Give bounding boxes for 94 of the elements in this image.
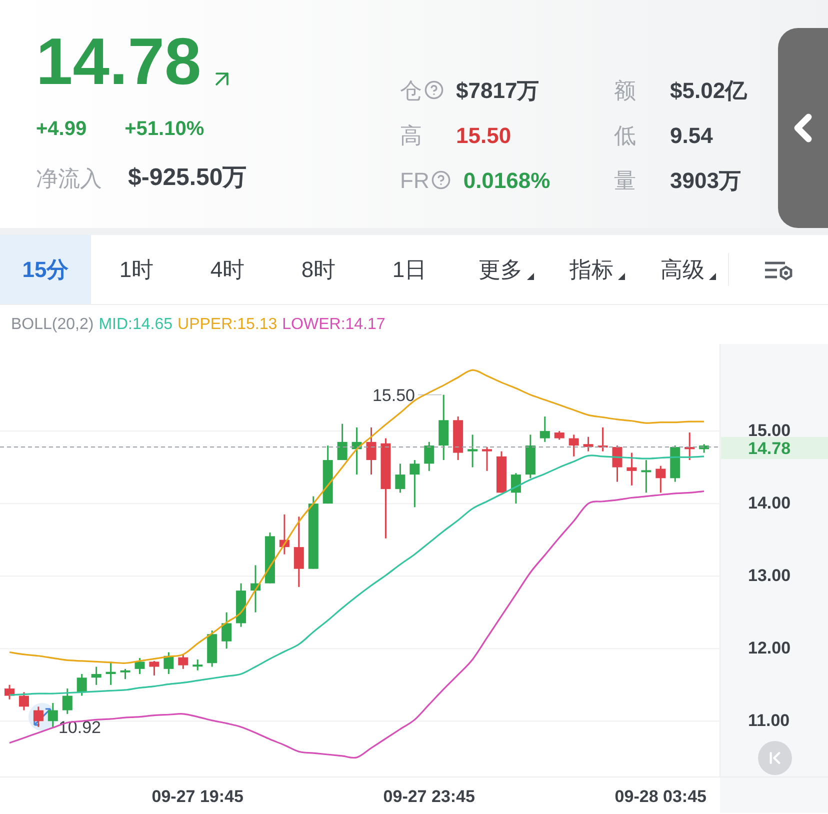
- stat-label: FR: [400, 166, 430, 194]
- candlestick: [4, 684, 14, 700]
- x-axis-label: 09-27 19:45: [152, 787, 244, 806]
- y-axis-label: 14.00: [748, 494, 791, 513]
- interval-tab[interactable]: 更多: [455, 235, 546, 304]
- candlestick: [149, 660, 160, 676]
- last-price: 14.78: [36, 26, 202, 96]
- candlestick: [134, 658, 145, 674]
- candlestick: [510, 473, 521, 504]
- candlestick: [164, 652, 174, 674]
- interval-tab[interactable]: 高级: [637, 235, 728, 304]
- candlestick: [352, 427, 362, 475]
- candlestick: [294, 516, 304, 587]
- candlestick: [192, 660, 203, 670]
- candlestick: [540, 416, 550, 442]
- candlestick: [641, 460, 652, 493]
- interval-tab[interactable]: 8时: [273, 235, 364, 304]
- net-inflow-value: $-925.50万: [128, 163, 247, 193]
- stat-label: 额: [614, 76, 636, 104]
- stat-label: 低: [614, 122, 636, 150]
- y-axis-label: 13.00: [748, 566, 791, 586]
- candlestick: [684, 432, 695, 460]
- indicator-legend-label: MID:14.65: [98, 314, 173, 334]
- net-inflow-label: 净流入: [36, 164, 102, 192]
- price-change-percent: +51.10%: [124, 117, 204, 142]
- candlestick: [468, 434, 478, 468]
- candlestick: [207, 630, 218, 667]
- price-change: +4.99: [36, 117, 87, 142]
- stat-value: 9.54: [670, 122, 713, 150]
- candlestick: [322, 446, 333, 504]
- candlestick: [279, 514, 290, 554]
- candlestick: [236, 583, 246, 627]
- candlestick: [453, 416, 464, 460]
- candlestick: [120, 668, 130, 680]
- stat-value: 0.0168%: [463, 166, 550, 194]
- candlestick: [91, 666, 102, 685]
- dropdown-corner-icon: [618, 273, 625, 280]
- candlestick: [48, 703, 58, 727]
- stat-label: 高: [400, 122, 422, 150]
- candlestick: [438, 394, 449, 460]
- candlestick: [250, 565, 260, 612]
- dropdown-corner-icon: [709, 273, 716, 280]
- stat-value: $7817万: [456, 76, 540, 104]
- candlestick: [525, 434, 536, 478]
- candlestick: [598, 427, 608, 452]
- candlestick: [583, 436, 594, 452]
- last-price-label: 14.78: [748, 439, 791, 458]
- candlestick: [482, 447, 492, 471]
- candlestick: [395, 464, 406, 493]
- candlestick: [496, 451, 506, 493]
- candlestick: [222, 612, 232, 649]
- candlestick: [626, 452, 637, 486]
- indicator-legend-label: BOLL(20,2): [11, 314, 94, 334]
- stat-value: $5.02亿: [670, 76, 748, 104]
- stat-value: 15.50: [456, 122, 512, 150]
- interval-tab[interactable]: 15分: [0, 235, 91, 304]
- candlestick: [568, 434, 579, 456]
- interval-tab[interactable]: 1日: [364, 235, 455, 304]
- candlestick: [410, 460, 420, 508]
- x-axis-label: 09-28 03:45: [614, 787, 706, 806]
- candlestick: [612, 446, 622, 482]
- indicator-legend-label: LOWER:14.17: [282, 314, 386, 334]
- stat-value: 3903万: [670, 166, 741, 194]
- candlestick: [337, 424, 348, 460]
- candlestick: [178, 654, 188, 669]
- y-axis-label: 12.00: [748, 638, 791, 658]
- x-axis-label: 09-27 23:45: [383, 787, 475, 806]
- candlestick: [106, 662, 116, 685]
- candlestick: [366, 427, 376, 475]
- candlestick: [656, 466, 666, 493]
- interval-tab[interactable]: 4时: [182, 235, 273, 304]
- candlestick: [670, 446, 680, 482]
- help-icon[interactable]: [424, 80, 444, 100]
- leader-line: [418, 394, 442, 396]
- interval-tab[interactable]: 1时: [91, 235, 182, 304]
- candlestick: [264, 532, 275, 584]
- high-marker-label: 15.50: [372, 386, 415, 405]
- candlestick: [554, 431, 564, 440]
- dropdown-corner-icon: [527, 273, 534, 280]
- side-drawer-handle[interactable]: [778, 28, 828, 228]
- candlestick: [62, 688, 72, 714]
- candlestick: [18, 692, 29, 710]
- y-axis-label: 11.00: [748, 711, 790, 730]
- candlestick: [76, 674, 87, 696]
- candlestick: [424, 442, 434, 471]
- help-icon[interactable]: [431, 170, 452, 190]
- y-axis-label: 15.00: [748, 421, 791, 440]
- stat-label: 仓: [400, 76, 422, 104]
- candlestick: [33, 706, 44, 727]
- indicator-legend-label: UPPER:15.13: [178, 314, 278, 334]
- interval-tab[interactable]: 指标: [546, 235, 637, 304]
- candlestick: [699, 444, 710, 453]
- low-marker-label: 10.92: [58, 718, 101, 737]
- stat-label: 量: [614, 166, 636, 194]
